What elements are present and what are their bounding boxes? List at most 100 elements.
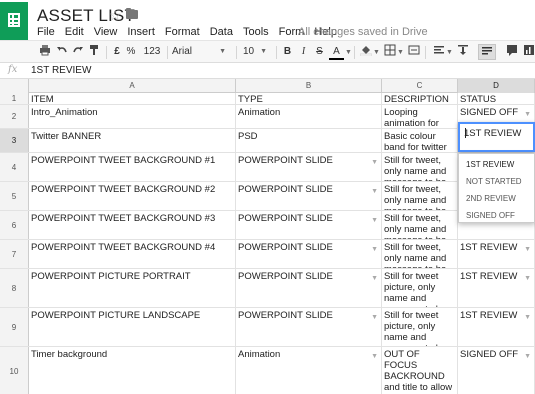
percent-format-button[interactable]: % <box>126 44 136 60</box>
row-header[interactable]: 5 <box>0 182 29 210</box>
menu-data[interactable]: Data <box>205 24 238 40</box>
dropdown-option-not-started[interactable]: NOT STARTED <box>459 173 535 190</box>
cell-description[interactable]: Still for tweet, only name and message t… <box>382 182 458 210</box>
dropdown-option-1st-review[interactable]: 1ST REVIEW <box>459 156 535 173</box>
column-header-b[interactable]: B <box>236 79 382 93</box>
dropdown-arrow-icon[interactable]: ▼ <box>371 351 378 362</box>
dropdown-arrow-icon[interactable]: ▼ <box>524 109 531 120</box>
cell-item[interactable]: POWERPOINT PICTURE LANDSCAPE <box>29 308 236 346</box>
menu-format[interactable]: Format <box>160 24 205 40</box>
italic-button[interactable]: I <box>298 44 309 60</box>
row-header[interactable]: 10 <box>0 347 29 394</box>
cell-item[interactable]: Intro_Animation <box>29 105 236 128</box>
cell-type[interactable]: POWERPOINT SLIDE ▼ <box>236 308 382 346</box>
strikethrough-button[interactable]: S <box>314 44 325 60</box>
dropdown-option-2nd-review[interactable]: 2ND REVIEW <box>459 190 535 207</box>
chevron-down-icon[interactable]: ▼ <box>345 44 352 60</box>
dropdown-arrow-icon[interactable]: ▼ <box>371 273 378 284</box>
sheets-logo-icon[interactable] <box>0 2 28 40</box>
cell-type[interactable]: PSD <box>236 129 382 152</box>
row-header[interactable]: 8 <box>0 269 29 307</box>
cell-status[interactable]: 1ST REVIEW ▼ <box>458 269 535 307</box>
dropdown-arrow-icon[interactable]: ▼ <box>371 215 378 226</box>
insert-comment-icon[interactable] <box>505 44 519 60</box>
cell-item[interactable]: POWERPOINT TWEET BACKGROUND #2 <box>29 182 236 210</box>
column-header-a[interactable]: A <box>29 79 236 93</box>
menu-view[interactable]: View <box>89 24 123 40</box>
cell-type[interactable]: POWERPOINT SLIDE ▼ <box>236 269 382 307</box>
insert-chart-icon[interactable] <box>523 44 535 60</box>
align-left-icon[interactable] <box>432 44 446 60</box>
cell-description[interactable]: Still for tweet picture, only name and m… <box>382 269 458 307</box>
dropdown-arrow-icon[interactable]: ▼ <box>371 244 378 255</box>
save-status[interactable]: All changes saved in Drive <box>298 26 428 38</box>
dropdown-arrow-icon[interactable]: ▼ <box>524 244 531 255</box>
star-icon[interactable]: ☆ <box>109 7 122 24</box>
cell-item[interactable]: Timer background <box>29 347 236 394</box>
dropdown-option-signed-off[interactable]: SIGNED OFF <box>459 207 535 224</box>
cell-description[interactable]: Basic colour band for twitter background <box>382 129 458 152</box>
cell-item[interactable]: POWERPOINT TWEET BACKGROUND #3 <box>29 211 236 239</box>
row-header[interactable]: 4 <box>0 153 29 181</box>
cell-type[interactable]: POWERPOINT SLIDE ▼ <box>236 182 382 210</box>
cell-description[interactable]: DESCRIPTION <box>382 93 458 104</box>
column-header-c[interactable]: C <box>382 79 458 93</box>
cell-status[interactable]: SIGNED OFF ▼ <box>458 347 535 394</box>
dropdown-arrow-icon[interactable]: ▼ <box>524 312 531 323</box>
font-family-dropdown[interactable]: Arial ▼ <box>172 44 226 60</box>
row-header[interactable]: 1 <box>0 93 29 104</box>
undo-icon[interactable] <box>55 44 68 60</box>
active-cell-editor[interactable]: 1ST REVIEW <box>458 122 535 152</box>
print-icon[interactable] <box>38 44 51 60</box>
dropdown-arrow-icon[interactable]: ▼ <box>524 351 531 362</box>
paint-format-icon[interactable] <box>87 44 100 60</box>
fill-color-icon[interactable] <box>359 44 373 60</box>
bold-button[interactable]: B <box>282 44 293 60</box>
column-header-d[interactable]: D <box>458 79 535 93</box>
cell-status[interactable]: 1ST REVIEW ▼ <box>458 240 535 268</box>
cell-type[interactable]: TYPE <box>236 93 382 104</box>
cell-item[interactable]: Twitter BANNER <box>29 129 236 152</box>
cell-description[interactable]: Still for tweet picture, only name and m… <box>382 308 458 346</box>
row-header[interactable]: 2 <box>0 105 29 128</box>
dropdown-arrow-icon[interactable]: ▼ <box>371 312 378 323</box>
cell-description[interactable]: Still for tweet, only name and message t… <box>382 240 458 268</box>
borders-icon[interactable] <box>383 44 397 60</box>
currency-format-button[interactable]: £ <box>112 44 122 60</box>
merge-cells-icon[interactable] <box>407 44 421 60</box>
dropdown-arrow-icon[interactable]: ▼ <box>524 273 531 284</box>
cell-description[interactable]: Looping animation for intro sequence <box>382 105 458 128</box>
formula-input[interactable]: 1ST REVIEW <box>31 63 91 79</box>
folder-icon[interactable] <box>126 8 138 19</box>
cell-item[interactable]: POWERPOINT TWEET BACKGROUND #4 <box>29 240 236 268</box>
menu-insert[interactable]: Insert <box>122 24 160 40</box>
chevron-down-icon[interactable]: ▼ <box>446 44 453 60</box>
cell-type[interactable]: POWERPOINT SLIDE ▼ <box>236 240 382 268</box>
wrap-text-icon[interactable] <box>478 44 496 60</box>
select-all-corner[interactable] <box>0 79 29 93</box>
redo-icon[interactable] <box>71 44 84 60</box>
chevron-down-icon[interactable]: ▼ <box>397 44 404 60</box>
row-header[interactable]: 6 <box>0 211 29 239</box>
cell-item[interactable]: POWERPOINT PICTURE PORTRAIT <box>29 269 236 307</box>
cell-description[interactable]: Still for tweet, only name and message t… <box>382 153 458 181</box>
dropdown-arrow-icon[interactable]: ▼ <box>371 157 378 168</box>
dropdown-arrow-icon[interactable]: ▼ <box>371 186 378 197</box>
cell-type[interactable]: POWERPOINT SLIDE ▼ <box>236 153 382 181</box>
font-size-dropdown[interactable]: 10 ▼ <box>243 44 267 60</box>
row-header[interactable]: 3 <box>0 129 29 152</box>
cell-status[interactable]: 1ST REVIEW ▼ <box>458 308 535 346</box>
row-header[interactable]: 7 <box>0 240 29 268</box>
chevron-down-icon[interactable]: ▼ <box>373 44 380 60</box>
cell-item[interactable]: POWERPOINT TWEET BACKGROUND #1 <box>29 153 236 181</box>
row-header[interactable]: 9 <box>0 308 29 346</box>
cell-type[interactable]: POWERPOINT SLIDE ▼ <box>236 211 382 239</box>
cell-description[interactable]: OUT OF FOCUS BACKROUND and title to allo… <box>382 347 458 394</box>
cell-item[interactable]: ITEM <box>29 93 236 104</box>
vertical-align-icon[interactable] <box>456 44 470 60</box>
text-color-button[interactable]: A <box>329 44 344 60</box>
cell-type[interactable]: Animation <box>236 105 382 128</box>
menu-file[interactable]: File <box>32 24 60 40</box>
menu-tools[interactable]: Tools <box>238 24 274 40</box>
menu-edit[interactable]: Edit <box>60 24 89 40</box>
